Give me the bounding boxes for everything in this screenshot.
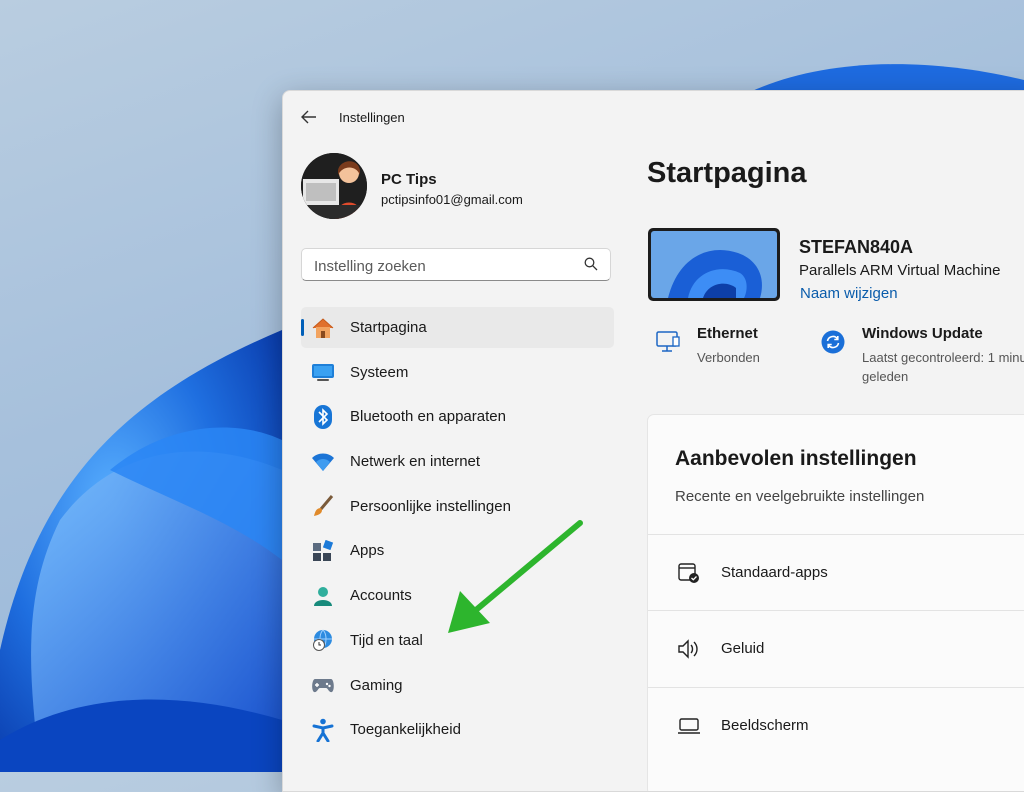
search-icon[interactable] <box>584 257 598 271</box>
sidebar-item-label: Netwerk en internet <box>350 453 481 471</box>
avatar[interactable] <box>301 153 367 219</box>
user-email: pctipsinfo01@gmail.com <box>381 192 523 207</box>
search-input[interactable] <box>312 255 576 277</box>
wifi-icon <box>311 450 335 474</box>
accessibility-icon <box>311 718 335 742</box>
recommended-item-geluid[interactable]: Geluid <box>648 610 1024 686</box>
sync-icon <box>820 329 846 355</box>
recommended-settings-card: Aanbevolen instellingen Recente en veelg… <box>647 414 1024 791</box>
bluetooth-icon <box>311 404 335 429</box>
status-title: Ethernet <box>697 325 758 342</box>
sidebar-item-label: Tijd en taal <box>350 631 423 649</box>
laptop-icon <box>676 713 702 739</box>
status-subtitle: Laatst gecontroleerd: 1 minuut geleden <box>862 350 1024 384</box>
avatar-illustration-icon <box>301 153 367 219</box>
recommended-subtitle: Recente en veelgebruikte instellingen <box>675 488 925 505</box>
recommended-item-label: Standaard-apps <box>721 564 828 581</box>
person-icon <box>311 584 335 608</box>
speaker-icon <box>676 636 702 662</box>
recommended-item-standaard-apps[interactable]: Standaard-apps <box>648 534 1024 610</box>
device-wallpaper-thumbnail <box>648 228 780 301</box>
status-subtitle: Verbonden <box>697 350 760 365</box>
sidebar-item-label: Toegankelijkheid <box>350 721 461 739</box>
sidebar-item-bluetooth[interactable]: Bluetooth en apparaten <box>301 396 614 437</box>
sidebar-item-label: Persoonlijke instellingen <box>350 497 511 515</box>
recommended-title: Aanbevolen instellingen <box>675 447 917 470</box>
device-model: Parallels ARM Virtual Machine <box>799 262 1001 279</box>
back-button[interactable] <box>295 105 323 129</box>
recommended-item-beeldscherm[interactable]: Beeldscherm <box>648 687 1024 763</box>
status-title: Windows Update <box>862 325 983 342</box>
brush-icon <box>311 494 335 518</box>
back-arrow-icon <box>301 110 316 124</box>
globe-clock-icon <box>311 628 335 652</box>
gamepad-icon <box>311 673 335 697</box>
sidebar-item-systeem[interactable]: Systeem <box>301 352 614 393</box>
sidebar-item-gaming[interactable]: Gaming <box>301 665 614 706</box>
sidebar-item-label: Gaming <box>350 676 403 694</box>
device-name: STEFAN840A <box>799 237 914 257</box>
sidebar-item-label: Bluetooth en apparaten <box>350 408 506 426</box>
sidebar-item-netwerk[interactable]: Netwerk en internet <box>301 441 614 482</box>
sidebar-item-startpagina[interactable]: Startpagina <box>301 307 614 348</box>
default-apps-icon <box>676 560 702 586</box>
sidebar-item-label: Accounts <box>350 587 412 605</box>
sidebar-item-toegankelijkheid[interactable]: Toegankelijkheid <box>301 709 614 750</box>
annotation-arrow-icon <box>448 520 583 633</box>
search-box[interactable] <box>301 248 611 281</box>
sidebar-item-label: Systeem <box>350 363 409 381</box>
recommended-item-label: Beeldscherm <box>721 717 809 734</box>
ethernet-icon <box>655 329 681 355</box>
home-icon <box>311 316 335 340</box>
user-name: PC Tips <box>381 171 437 188</box>
settings-window: Instellingen PC Tips pctipsinfo01@gmail.… <box>282 90 1024 792</box>
rename-link[interactable]: Naam wijzigen <box>800 285 898 302</box>
window-title: Instellingen <box>339 110 405 125</box>
sidebar-item-label: Startpagina <box>350 319 427 336</box>
monitor-icon <box>311 360 335 384</box>
page-title: Startpagina <box>647 157 807 189</box>
main-content: Startpagina STEFAN840A Parallels ARM Vir… <box>647 91 1024 791</box>
sidebar-item-label: Apps <box>350 542 385 560</box>
recommended-item-label: Geluid <box>721 640 765 657</box>
apps-icon <box>311 539 335 563</box>
